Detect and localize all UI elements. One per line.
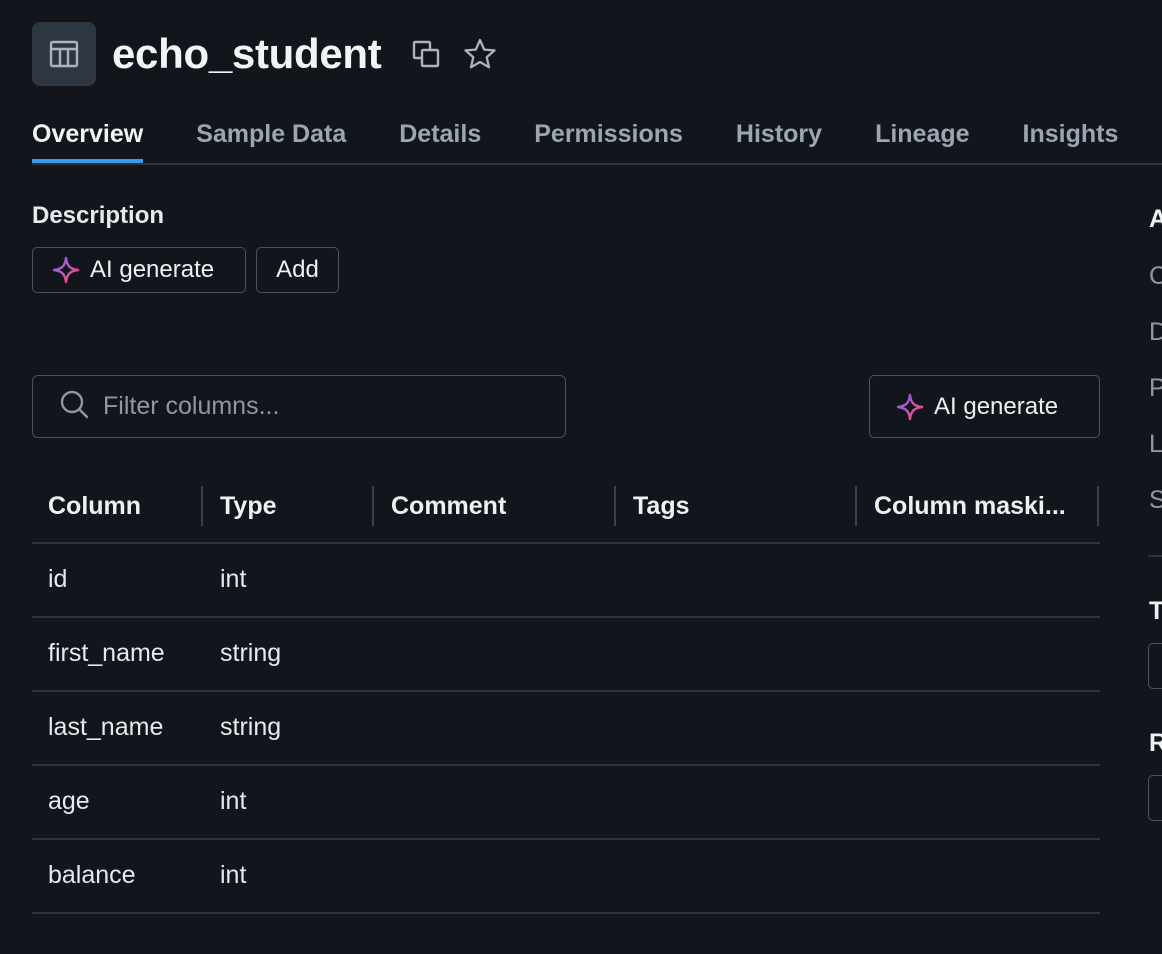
columns-table: Column Type Comment Tags Column maski...… — [32, 470, 1100, 914]
ai-generate-label: AI generate — [90, 256, 215, 283]
column-name-cell: first_name — [48, 639, 165, 667]
column-type-cell: string — [220, 639, 282, 667]
star-icon[interactable] — [463, 37, 497, 71]
column-type-cell: int — [220, 787, 247, 815]
sparkle-icon — [52, 256, 80, 284]
column-name-cell: age — [48, 787, 90, 815]
description-heading: Description — [32, 202, 165, 229]
page: echo_student Overview Sample Data Detail… — [0, 0, 1162, 954]
table-row[interactable]: id int — [32, 544, 1100, 618]
side-panel-item: S — [1149, 486, 1162, 514]
column-header-comment[interactable]: Comment — [391, 470, 506, 542]
table-row[interactable]: balance int — [32, 840, 1100, 914]
tab-bar: Overview Sample Data Details Permissions… — [32, 110, 1162, 165]
ai-generate-label: AI generate — [934, 392, 1059, 420]
table-icon — [32, 22, 96, 86]
tab-insights[interactable]: Insights — [1023, 110, 1119, 163]
table-row[interactable]: last_name string — [32, 692, 1100, 766]
column-header-tags[interactable]: Tags — [633, 470, 690, 542]
tab-sample-data[interactable]: Sample Data — [196, 110, 346, 163]
table-header: Column Type Comment Tags Column maski... — [32, 470, 1100, 544]
column-header-type[interactable]: Type — [220, 470, 277, 542]
column-resize-handle[interactable] — [201, 486, 203, 526]
search-icon — [59, 389, 89, 424]
side-panel-section-heading: R — [1149, 729, 1162, 757]
column-name-cell: balance — [48, 861, 136, 889]
side-panel-item: C — [1149, 262, 1162, 290]
side-panel-button[interactable] — [1148, 643, 1162, 689]
column-type-cell: string — [220, 713, 282, 741]
sparkle-icon — [896, 393, 924, 421]
tab-history[interactable]: History — [736, 110, 822, 163]
column-resize-handle[interactable] — [855, 486, 857, 526]
side-panel-item: D — [1149, 318, 1162, 346]
ai-generate-columns-button[interactable]: AI generate — [869, 375, 1100, 438]
page-title: echo_student — [112, 30, 382, 77]
table-row[interactable]: age int — [32, 766, 1100, 840]
side-panel-heading: A — [1149, 205, 1162, 233]
tab-details[interactable]: Details — [399, 110, 481, 163]
side-panel-divider — [1148, 555, 1162, 557]
column-resize-handle[interactable] — [372, 486, 374, 526]
filter-columns-field[interactable] — [32, 375, 566, 438]
side-panel-button[interactable] — [1148, 775, 1162, 821]
page-header: echo_student — [32, 22, 497, 86]
column-type-cell: int — [220, 861, 247, 889]
tab-lineage[interactable]: Lineage — [875, 110, 969, 163]
column-resize-handle[interactable] — [1097, 486, 1099, 526]
column-name-cell: id — [48, 565, 68, 593]
column-resize-handle[interactable] — [614, 486, 616, 526]
ai-generate-description-button[interactable]: AI generate — [32, 247, 246, 293]
side-panel-item: P — [1149, 374, 1162, 402]
column-name-cell: last_name — [48, 713, 164, 741]
copy-icon[interactable] — [411, 39, 441, 69]
filter-columns-input[interactable] — [101, 391, 535, 422]
table-row[interactable]: first_name string — [32, 618, 1100, 692]
add-description-button[interactable]: Add — [256, 247, 339, 293]
column-header-column[interactable]: Column — [48, 470, 141, 542]
side-panel-section-heading: T — [1149, 597, 1162, 625]
side-panel-item: L — [1149, 430, 1162, 458]
tab-overview[interactable]: Overview — [32, 110, 144, 163]
column-type-cell: int — [220, 565, 247, 593]
tab-permissions[interactable]: Permissions — [534, 110, 683, 163]
column-header-masking[interactable]: Column maski... — [874, 470, 1066, 542]
